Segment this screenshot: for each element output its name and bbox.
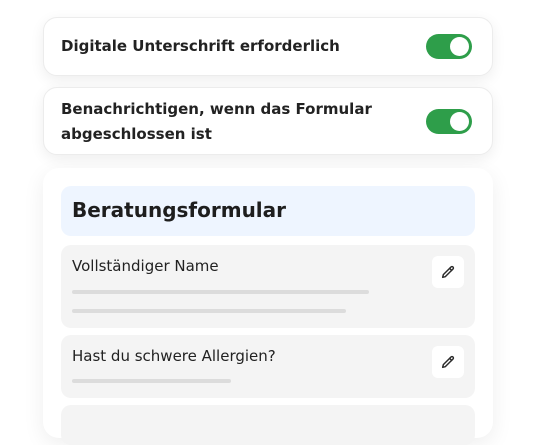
require-signature-toggle[interactable] bbox=[426, 34, 472, 59]
form-field-allergies: Hast du schwere Allergien? bbox=[61, 335, 475, 398]
setting-label-require-signature: Digitale Unterschrift erforderlich bbox=[61, 37, 340, 55]
setting-label-notify-on-completion: Benachrichtigen, wenn das Formular abges… bbox=[61, 100, 372, 143]
form-field-partial bbox=[61, 405, 475, 445]
form-header: Beratungsformular bbox=[61, 186, 475, 236]
setting-notify-on-completion: Benachrichtigen, wenn das Formular abges… bbox=[43, 87, 493, 155]
form-title: Beratungsformular bbox=[72, 198, 287, 222]
edit-field-button[interactable] bbox=[432, 346, 464, 378]
pencil-icon bbox=[440, 354, 456, 370]
field-label: Hast du schwere Allergien? bbox=[72, 347, 276, 365]
toggle-knob bbox=[450, 112, 469, 131]
answer-placeholder-line bbox=[72, 379, 231, 383]
answer-placeholder-line bbox=[72, 290, 369, 294]
setting-require-signature: Digitale Unterschrift erforderlich bbox=[43, 17, 493, 76]
form-preview-panel: Beratungsformular Vollständiger Name Has… bbox=[43, 168, 493, 445]
field-label: Vollständiger Name bbox=[72, 257, 219, 275]
form-field-full-name: Vollständiger Name bbox=[61, 245, 475, 328]
notify-on-completion-toggle[interactable] bbox=[426, 109, 472, 134]
edit-field-button[interactable] bbox=[432, 256, 464, 288]
toggle-knob bbox=[450, 37, 469, 56]
answer-placeholder-line bbox=[72, 309, 346, 313]
pencil-icon bbox=[440, 264, 456, 280]
